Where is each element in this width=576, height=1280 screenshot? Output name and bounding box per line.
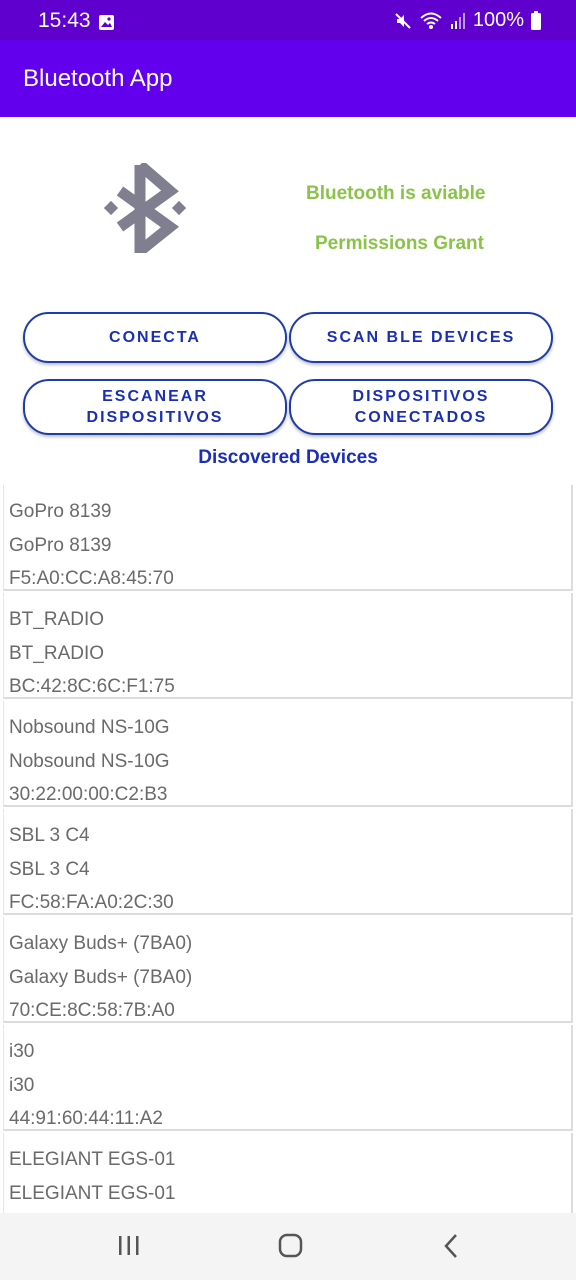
- device-address: 30:22:00:00:C2:B3: [9, 784, 168, 805]
- mute-icon: [393, 11, 413, 31]
- device-name: i30: [9, 1041, 35, 1062]
- device-name: ELEGIANT EGS-01: [9, 1149, 176, 1170]
- device-alias: SBL 3 C4: [9, 859, 90, 880]
- navigation-bar: [0, 1213, 576, 1280]
- device-address: BC:42:8C:6C:F1:75: [9, 676, 175, 697]
- status-bar: 15:43 100%: [0, 0, 576, 40]
- scan-ble-button-label: SCAN BLE DEVICES: [326, 329, 516, 346]
- discovered-devices-title: Discovered Devices: [198, 447, 378, 468]
- permission-status-text: Permissions Grant: [315, 233, 484, 254]
- device-alias: Galaxy Buds+ (7BA0): [9, 967, 193, 988]
- device-address: FC:58:FA:A0:2C:30: [9, 892, 174, 913]
- wifi-icon: [419, 11, 443, 31]
- back-icon[interactable]: [442, 1233, 462, 1264]
- connected-devices-button[interactable]: DISPOSITIVOS CONECTADOS: [289, 379, 553, 435]
- scan-devices-button[interactable]: ESCANEAR DISPOSITIVOS: [23, 379, 287, 435]
- scan-ble-devices-button[interactable]: SCAN BLE DEVICES: [289, 312, 553, 363]
- device-name: GoPro 8139: [9, 501, 112, 522]
- device-name: BT_RADIO: [9, 609, 105, 630]
- device-alias: i30: [9, 1075, 35, 1096]
- device-list-item[interactable]: GoPro 8139 GoPro 8139 F5:A0:CC:A8:45:70: [3, 485, 573, 591]
- device-alias: GoPro 8139: [9, 535, 112, 556]
- device-name: Nobsound NS-10G: [9, 717, 170, 738]
- device-list-item[interactable]: BT_RADIO BT_RADIO BC:42:8C:6C:F1:75: [3, 593, 573, 699]
- device-list-item[interactable]: i30 i30 44:91:60:44:11:A2: [3, 1025, 573, 1131]
- device-list-item[interactable]: ELEGIANT EGS-01 ELEGIANT EGS-01: [3, 1133, 573, 1213]
- device-list[interactable]: GoPro 8139 GoPro 8139 F5:A0:CC:A8:45:70 …: [3, 485, 573, 1213]
- connect-button-label: CONECTA: [109, 329, 201, 346]
- device-name: SBL 3 C4: [9, 825, 90, 846]
- device-alias: Nobsound NS-10G: [9, 751, 170, 772]
- connect-button[interactable]: CONECTA: [23, 312, 287, 363]
- gallery-icon: [98, 14, 115, 36]
- app-title: Bluetooth App: [23, 65, 173, 92]
- home-icon[interactable]: [278, 1233, 304, 1264]
- battery-icon: [530, 10, 542, 31]
- signal-icon: [449, 12, 467, 30]
- recents-icon[interactable]: [117, 1233, 141, 1264]
- device-address: 70:CE:8C:58:7B:A0: [9, 1000, 175, 1021]
- bluetooth-icon: [103, 160, 187, 263]
- app-bar: Bluetooth App: [0, 40, 576, 117]
- connected-devices-button-label: DISPOSITIVOS CONECTADOS: [352, 388, 490, 426]
- bluetooth-status-text: Bluetooth is aviable: [306, 183, 486, 204]
- scan-devices-button-label: ESCANEAR DISPOSITIVOS: [86, 388, 224, 426]
- device-address: 44:91:60:44:11:A2: [9, 1108, 163, 1129]
- device-alias: BT_RADIO: [9, 643, 105, 664]
- status-icons: 100%: [393, 9, 542, 32]
- device-list-item[interactable]: SBL 3 C4 SBL 3 C4 FC:58:FA:A0:2C:30: [3, 809, 573, 915]
- battery-percent: 100%: [472, 9, 524, 31]
- device-list-item[interactable]: Nobsound NS-10G Nobsound NS-10G 30:22:00…: [3, 701, 573, 807]
- device-address: F5:A0:CC:A8:45:70: [9, 568, 174, 589]
- device-list-item[interactable]: Galaxy Buds+ (7BA0) Galaxy Buds+ (7BA0) …: [3, 917, 573, 1023]
- device-name: Galaxy Buds+ (7BA0): [9, 933, 193, 954]
- device-alias: ELEGIANT EGS-01: [9, 1183, 176, 1204]
- status-time: 15:43: [38, 9, 91, 32]
